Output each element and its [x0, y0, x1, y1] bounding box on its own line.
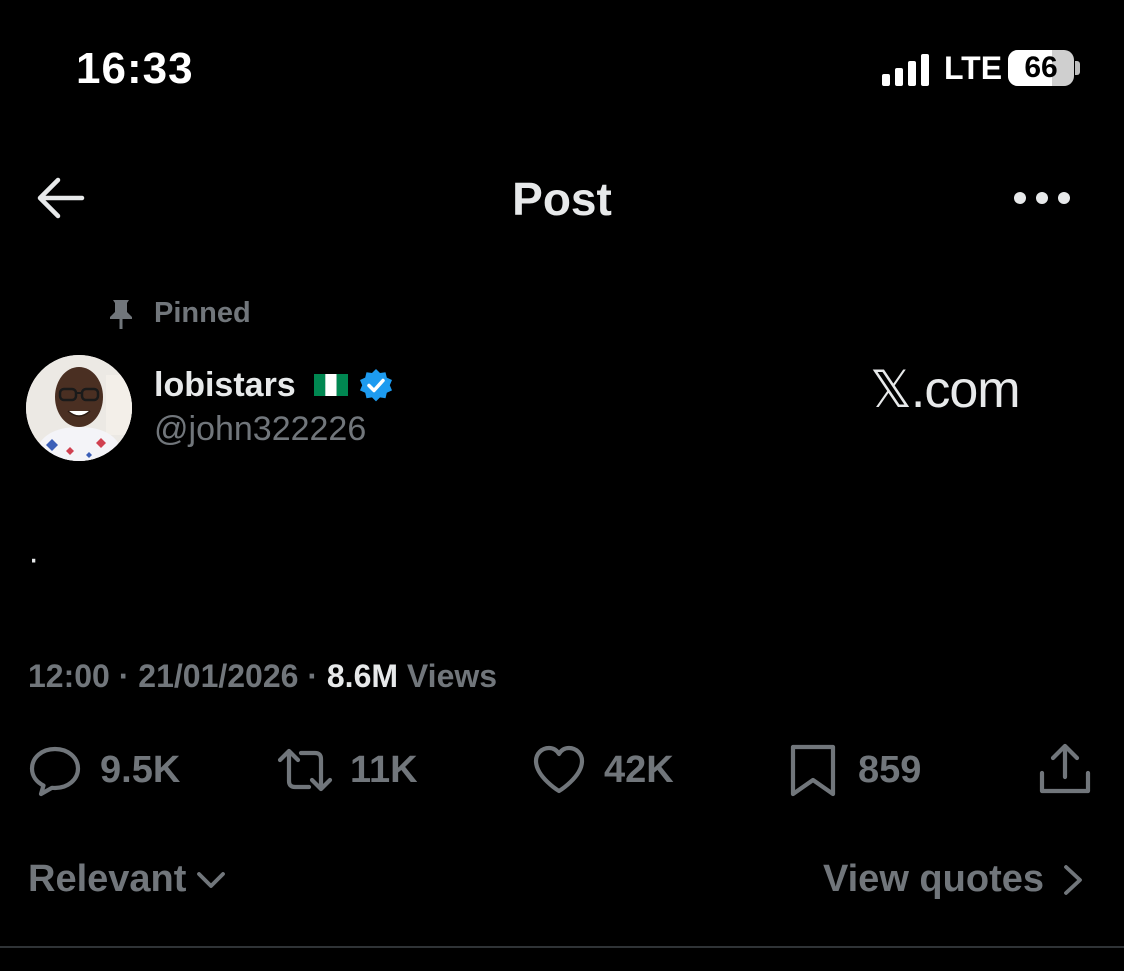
sort-dropdown[interactable]: Relevant: [28, 858, 228, 901]
nigeria-flag-icon: [314, 374, 348, 396]
reply-button[interactable]: 9.5K: [26, 742, 180, 798]
share-icon: [1039, 743, 1091, 794]
views-count[interactable]: 8.6M: [327, 658, 398, 694]
battery-icon: 66: [1008, 50, 1074, 86]
x-com-watermark: 𝕏.com: [870, 361, 1021, 419]
meta-separator: ·: [307, 658, 318, 694]
repost-icon: [277, 748, 333, 792]
bookmark-icon: [790, 744, 836, 797]
pin-icon: [106, 298, 136, 330]
reply-icon: [29, 746, 81, 797]
author-handle[interactable]: @john322226: [154, 410, 366, 449]
author-display-name[interactable]: lobistars: [154, 366, 296, 405]
battery-level: 66: [1024, 51, 1058, 84]
status-time: 16:33: [76, 44, 194, 93]
bookmark-count: 859: [858, 748, 922, 791]
chevron-down-icon: [197, 871, 226, 888]
post-time: 12:00: [28, 658, 110, 694]
like-button[interactable]: 42K: [530, 742, 674, 798]
avatar[interactable]: [26, 355, 132, 461]
signal-bars-icon: [882, 52, 932, 86]
share-button[interactable]: [1036, 742, 1094, 798]
view-quotes-link[interactable]: View quotes: [823, 858, 1088, 901]
view-quotes-label: View quotes: [822, 858, 1044, 900]
more-options-button[interactable]: [1010, 184, 1074, 212]
bookmark-button[interactable]: 859: [784, 742, 921, 798]
verified-badge-icon: [358, 368, 394, 404]
divider: [0, 946, 1124, 948]
reply-count: 9.5K: [100, 748, 181, 791]
page-title: Post: [512, 173, 612, 225]
repost-button[interactable]: 11K: [276, 742, 418, 798]
post-date: 21/01/2026: [138, 658, 299, 694]
pinned-label: Pinned: [154, 297, 251, 329]
post-text: ·: [28, 540, 40, 578]
meta-separator: ·: [118, 658, 130, 694]
repost-count: 11K: [350, 748, 418, 791]
heart-icon: [533, 745, 585, 794]
chevron-right-icon: [1064, 864, 1082, 895]
network-label: LTE: [944, 50, 1003, 86]
post-meta: 12:00 · 21/01/2026 · 8.6M Views: [28, 658, 497, 695]
battery-tip: [1075, 61, 1080, 75]
more-options-icon: [1014, 192, 1070, 204]
views-label[interactable]: Views: [407, 658, 497, 694]
sort-label: Relevant: [28, 858, 187, 900]
like-count: 42K: [604, 748, 674, 791]
